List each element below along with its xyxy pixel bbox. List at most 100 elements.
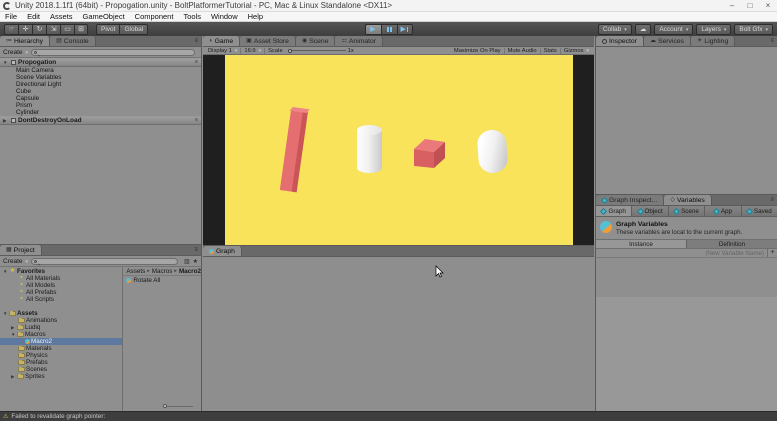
panel-menu-icon[interactable]: ≡	[191, 245, 201, 255]
tab-inspector[interactable]: Inspector	[596, 36, 644, 46]
folder-ludiq[interactable]: ▶ Ludiq	[0, 324, 122, 331]
pause-button[interactable]	[381, 24, 397, 35]
panel-menu-icon[interactable]: ≡	[767, 195, 777, 205]
project-create-button[interactable]: Create	[3, 258, 28, 265]
display-dropdown[interactable]: Display 1	[205, 48, 241, 54]
search-by-type-icon[interactable]: ▥	[184, 258, 190, 265]
kind-tab-graph[interactable]: Graph	[596, 206, 632, 216]
tab-services[interactable]: ☁ Services	[644, 36, 691, 46]
menu-file[interactable]: File	[0, 12, 22, 21]
kind-tab-object[interactable]: Object	[632, 206, 668, 216]
minimize-button[interactable]: –	[723, 1, 741, 10]
scene-header-propogation[interactable]: ▼ Propogation ≡	[0, 58, 201, 67]
breadcrumb-assets[interactable]: Assets	[126, 267, 145, 276]
search-by-label-icon[interactable]: ★	[193, 258, 198, 265]
menu-help[interactable]: Help	[243, 12, 268, 21]
aspect-ratio-dropdown[interactable]: 16:9	[241, 48, 265, 54]
tab-lighting[interactable]: ☀ Lighting	[691, 36, 735, 46]
kind-tab-saved[interactable]: Saved	[742, 206, 777, 216]
mute-audio-toggle[interactable]: Mute Audio	[505, 48, 541, 54]
move-tool-icon[interactable]: ✛	[18, 24, 32, 35]
breadcrumb-macro2[interactable]: Macro2	[179, 267, 201, 276]
menu-edit[interactable]: Edit	[22, 12, 45, 21]
panel-menu-icon[interactable]: ≡	[767, 36, 777, 46]
favorite-all-materials[interactable]: ⭑ All Materials	[0, 275, 122, 282]
favorite-all-scripts[interactable]: ⭑ All Scripts	[0, 296, 122, 303]
menu-tools[interactable]: Tools	[178, 12, 206, 21]
close-button[interactable]: ×	[759, 1, 777, 10]
rotate-tool-icon[interactable]: ↻	[32, 24, 46, 35]
folder-animations[interactable]: Animations	[0, 317, 122, 324]
scene-context-menu-icon[interactable]: ≡	[195, 58, 198, 67]
global-toggle[interactable]: Global	[119, 24, 148, 35]
kind-tab-app[interactable]: App	[705, 206, 741, 216]
tab-animator[interactable]: ⚏ Animator	[335, 36, 383, 46]
menu-assets[interactable]: Assets	[45, 12, 78, 21]
kind-tab-scene[interactable]: Scene	[669, 206, 705, 216]
favorites-root[interactable]: ▼ ★ Favorites	[0, 268, 122, 275]
favorite-all-prefabs[interactable]: ⭑ All Prefabs	[0, 289, 122, 296]
step-button[interactable]: ▶	[397, 24, 413, 35]
hierarchy-item-scene-variables[interactable]: Scene Variables	[0, 74, 201, 81]
folder-macros[interactable]: ▼ Macros	[0, 331, 122, 338]
layout-dropdown[interactable]: Bolt Gfx	[734, 24, 773, 35]
folder-scenes[interactable]: Scenes	[0, 366, 122, 373]
favorite-all-models[interactable]: ⭑ All Models	[0, 282, 122, 289]
menu-gameobject[interactable]: GameObject	[78, 12, 130, 21]
hierarchy-item-prism[interactable]: Prism	[0, 102, 201, 109]
rect-tool-icon[interactable]: ▭	[60, 24, 74, 35]
project-search-input[interactable]	[31, 258, 178, 265]
thumbnail-size-slider[interactable]	[163, 404, 193, 408]
tab-game[interactable]: ◗ Game	[203, 36, 240, 46]
maximize-button[interactable]: □	[741, 1, 759, 10]
menu-component[interactable]: Component	[130, 12, 179, 21]
hierarchy-item-directional-light[interactable]: Directional Light	[0, 81, 201, 88]
maximize-on-play-toggle[interactable]: Maximize On Play	[451, 48, 505, 54]
hand-tool-icon[interactable]: ☞	[4, 24, 18, 35]
collab-dropdown[interactable]: Collab	[598, 24, 632, 35]
scale-slider[interactable]	[288, 50, 346, 51]
tab-variables[interactable]: ◇ Variables	[664, 195, 711, 205]
tab-scene[interactable]: ◉ Scene	[296, 36, 336, 46]
hierarchy-search-input[interactable]	[31, 49, 195, 56]
tab-graph[interactable]: Graph	[203, 246, 242, 256]
slider-thumb[interactable]	[163, 404, 167, 408]
graph-canvas[interactable]	[203, 257, 594, 411]
breadcrumb-macros[interactable]: Macros	[152, 267, 173, 276]
hierarchy-item-cylinder[interactable]: Cylinder	[0, 109, 201, 116]
folder-materials[interactable]: Materials	[0, 345, 122, 352]
folder-prefabs[interactable]: Prefabs	[0, 359, 122, 366]
folder-physics[interactable]: Physics	[0, 352, 122, 359]
hierarchy-item-cube[interactable]: Cube	[0, 88, 201, 95]
foldout-open-icon[interactable]: ▼	[3, 58, 9, 67]
tab-console[interactable]: ▤ Console	[50, 36, 96, 46]
slider-thumb[interactable]	[288, 49, 292, 53]
folder-sprites[interactable]: ▶ Sprites	[0, 373, 122, 380]
tab-instance[interactable]: Instance	[596, 240, 687, 248]
play-button[interactable]: ▶	[365, 24, 381, 35]
cloud-button[interactable]: ☁	[635, 24, 652, 35]
add-variable-button[interactable]: +	[767, 249, 777, 258]
tab-graph-inspector[interactable]: Graph Inspect...	[596, 195, 664, 205]
tab-hierarchy[interactable]: ≔ Hierarchy	[0, 36, 50, 46]
account-dropdown[interactable]: Account	[654, 24, 693, 35]
layers-dropdown[interactable]: Layers	[696, 24, 731, 35]
gizmos-dropdown[interactable]: Gizmos	[561, 48, 592, 54]
hierarchy-item-main-camera[interactable]: Main Camera	[0, 67, 201, 74]
tab-asset-store[interactable]: ▣ Asset Store	[240, 36, 296, 46]
new-variable-input[interactable]: (New Variable Name)	[596, 250, 767, 257]
scene-header-dontdestroyonload[interactable]: ▶ DontDestroyOnLoad ≡	[0, 116, 201, 125]
foldout-closed-icon[interactable]: ▶	[3, 116, 9, 125]
status-bar[interactable]: ⚠ Failed to revalidate graph pointer:	[0, 411, 777, 421]
tab-project[interactable]: ▦ Project	[0, 245, 42, 255]
hierarchy-create-button[interactable]: Create	[3, 49, 28, 56]
panel-menu-icon[interactable]: ≡	[191, 36, 201, 46]
pivot-toggle[interactable]: Pivot	[96, 24, 119, 35]
hierarchy-item-capsule[interactable]: Capsule	[0, 95, 201, 102]
transform-tool-icon[interactable]: ⊞	[74, 24, 88, 35]
tab-definition[interactable]: Definition	[687, 240, 777, 248]
menu-window[interactable]: Window	[206, 12, 243, 21]
assets-root[interactable]: ▼ Assets	[0, 310, 122, 317]
scene-context-menu-icon[interactable]: ≡	[195, 116, 198, 125]
asset-macro2-selected[interactable]: Macro2	[0, 338, 122, 345]
